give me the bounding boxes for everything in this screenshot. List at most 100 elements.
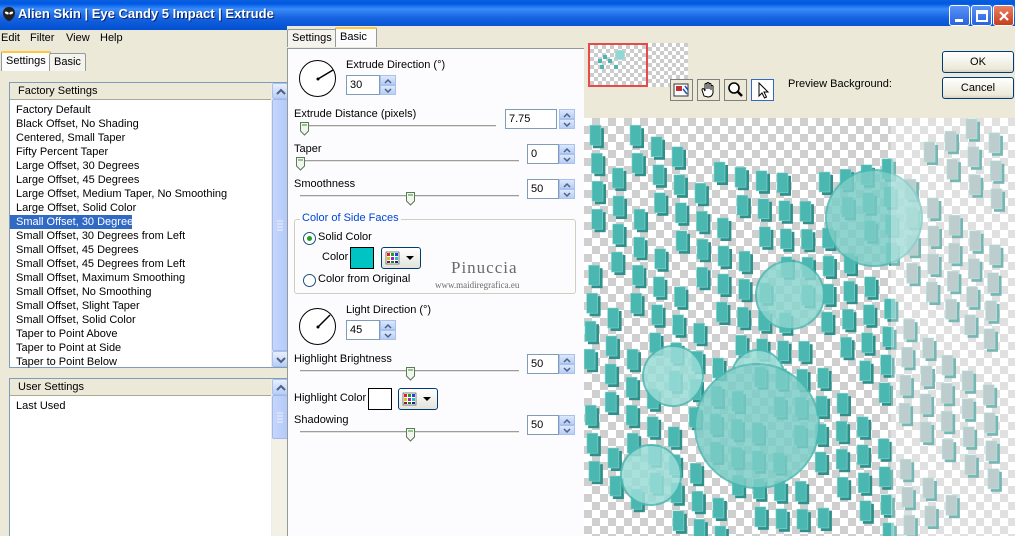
tab-settings-left[interactable]: Settings: [1, 51, 51, 71]
slider-thumb-icon[interactable]: [405, 192, 415, 206]
highlight-brightness-label: Highlight Brightness: [294, 353, 392, 365]
list-item[interactable]: Small Offset, Slight Taper: [10, 299, 140, 313]
solid-color-label: Solid Color: [318, 231, 372, 243]
shadowing-input[interactable]: 50: [527, 415, 559, 435]
watermark-title: Pinuccia: [451, 258, 518, 277]
zoom-tool-button[interactable]: [724, 79, 747, 101]
list-item[interactable]: Taper to Point at Side: [10, 341, 121, 355]
side-face-color-picker[interactable]: [381, 247, 421, 269]
extruded-tile-face: [609, 475, 622, 497]
slider-thumb-icon[interactable]: [296, 157, 305, 171]
slider-thumb-icon[interactable]: [405, 428, 415, 442]
tab-settings[interactable]: Settings: [287, 29, 337, 47]
cancel-button[interactable]: Cancel: [942, 77, 1014, 99]
extruded-tile-face: [591, 208, 603, 230]
extruded-tile-face: [717, 273, 729, 295]
highlight-color-swatch[interactable]: [368, 388, 392, 410]
palette-icon: [385, 251, 414, 265]
highlight-brightness-spinner[interactable]: [559, 354, 575, 374]
tab-basic[interactable]: Basic: [335, 27, 377, 47]
color-label: Color: [322, 251, 349, 263]
spin-up-icon: [563, 147, 571, 153]
factory-list-scrollbar[interactable]: [271, 83, 288, 367]
scroll-up-button[interactable]: [272, 379, 288, 395]
close-button[interactable]: [993, 5, 1014, 26]
extrude-direction-dial[interactable]: [299, 60, 336, 97]
extrude-distance-label: Extrude Distance (pixels): [294, 108, 417, 120]
extrude-distance-slider[interactable]: [300, 125, 496, 128]
menu-filter[interactable]: Filter: [30, 32, 54, 44]
palette-icon: [402, 392, 431, 406]
color-from-original-radio[interactable]: [303, 274, 316, 287]
taper-spinner[interactable]: [559, 144, 575, 164]
minimize-button[interactable]: [949, 5, 970, 26]
menu-view[interactable]: View: [66, 32, 90, 44]
list-item[interactable]: Small Offset, 45 Degrees from Left: [10, 257, 185, 271]
grip-icon: [277, 220, 283, 231]
navigator-tool-button[interactable]: [670, 79, 693, 101]
list-item[interactable]: Taper to Point Above: [10, 327, 118, 341]
list-item[interactable]: Small Offset, No Smoothing: [10, 285, 152, 299]
slider-thumb-icon[interactable]: [405, 367, 415, 381]
extruded-tile-face: [738, 250, 751, 272]
ok-button[interactable]: OK: [942, 51, 1014, 73]
side-face-color-swatch[interactable]: [350, 247, 374, 269]
shadowing-spinner[interactable]: [559, 415, 575, 435]
extrude-direction-spinner[interactable]: [380, 75, 396, 95]
extruded-tile-face: [650, 136, 663, 158]
light-direction-input[interactable]: 45: [346, 320, 380, 340]
extrude-distance-input[interactable]: 7.75: [505, 109, 557, 129]
list-item[interactable]: Small Offset, Maximum Smoothing: [10, 271, 185, 285]
highlight-color-picker[interactable]: [398, 388, 438, 410]
preview-background-label: Preview Background:: [788, 78, 892, 90]
light-direction-spinner[interactable]: [380, 320, 396, 340]
scroll-down-button[interactable]: [272, 351, 288, 367]
scroll-thumb[interactable]: [272, 99, 288, 351]
list-item[interactable]: Small Offset, 30 Degrees from Left: [10, 229, 185, 243]
taper-slider[interactable]: [300, 160, 519, 163]
list-item[interactable]: Black Offset, No Shading: [10, 117, 139, 131]
tab-basic-left[interactable]: Basic: [49, 53, 86, 71]
navigator-thumbnail[interactable]: [588, 43, 648, 87]
list-item[interactable]: Taper to Point Below: [10, 355, 117, 369]
list-item[interactable]: Small Offset, 45 Degrees: [10, 243, 139, 257]
list-item[interactable]: Small Offset, Solid Color: [10, 313, 136, 327]
hand-tool-button[interactable]: [697, 79, 720, 101]
list-item[interactable]: Large Offset, Medium Taper, No Smoothing: [10, 187, 227, 201]
extruded-tile-face: [736, 194, 749, 216]
user-settings-list[interactable]: User Settings Last Used: [9, 378, 288, 536]
extrude-direction-input[interactable]: 30: [346, 75, 380, 95]
list-item[interactable]: Large Offset, 30 Degrees: [10, 159, 139, 173]
extruded-tile-face: [794, 480, 807, 502]
factory-settings-header: Factory Settings: [10, 83, 271, 100]
list-item[interactable]: Small Offset, 30 Degrees: [10, 215, 139, 229]
extruded-tile-face: [584, 404, 597, 426]
highlight-brightness-input[interactable]: 50: [527, 354, 559, 374]
solid-color-radio[interactable]: [303, 232, 316, 245]
extruded-tile-face: [776, 172, 789, 194]
factory-settings-list[interactable]: Factory Settings Factory Default Black Of…: [9, 82, 288, 369]
menu-help[interactable]: Help: [100, 32, 123, 44]
extruded-tile-face: [818, 171, 831, 193]
list-item[interactable]: Large Offset, 45 Degrees: [10, 173, 139, 187]
light-direction-dial[interactable]: [299, 308, 336, 345]
menu-edit[interactable]: Edit: [1, 32, 20, 44]
user-list-scrollbar[interactable]: [271, 379, 288, 536]
scroll-thumb[interactable]: [272, 395, 288, 439]
slider-thumb-icon[interactable]: [299, 122, 309, 136]
list-item[interactable]: Factory Default: [10, 103, 91, 117]
taper-input[interactable]: 0: [527, 144, 559, 164]
color-from-original-label: Color from Original: [318, 273, 411, 285]
arrow-tool-button[interactable]: [751, 79, 774, 101]
list-item[interactable]: Last Used: [10, 399, 66, 413]
smoothness-spinner[interactable]: [559, 179, 575, 199]
scroll-up-button[interactable]: [272, 83, 288, 99]
extrude-distance-spinner[interactable]: [559, 109, 575, 129]
maximize-button[interactable]: [971, 5, 992, 26]
list-item[interactable]: Fifty Percent Taper: [10, 145, 108, 159]
extruded-tile-face: [675, 230, 688, 252]
list-item[interactable]: Large Offset, Solid Color: [10, 201, 136, 215]
list-item[interactable]: Centered, Small Taper: [10, 131, 125, 145]
extruded-tile-face: [712, 497, 725, 519]
smoothness-input[interactable]: 50: [527, 179, 559, 199]
